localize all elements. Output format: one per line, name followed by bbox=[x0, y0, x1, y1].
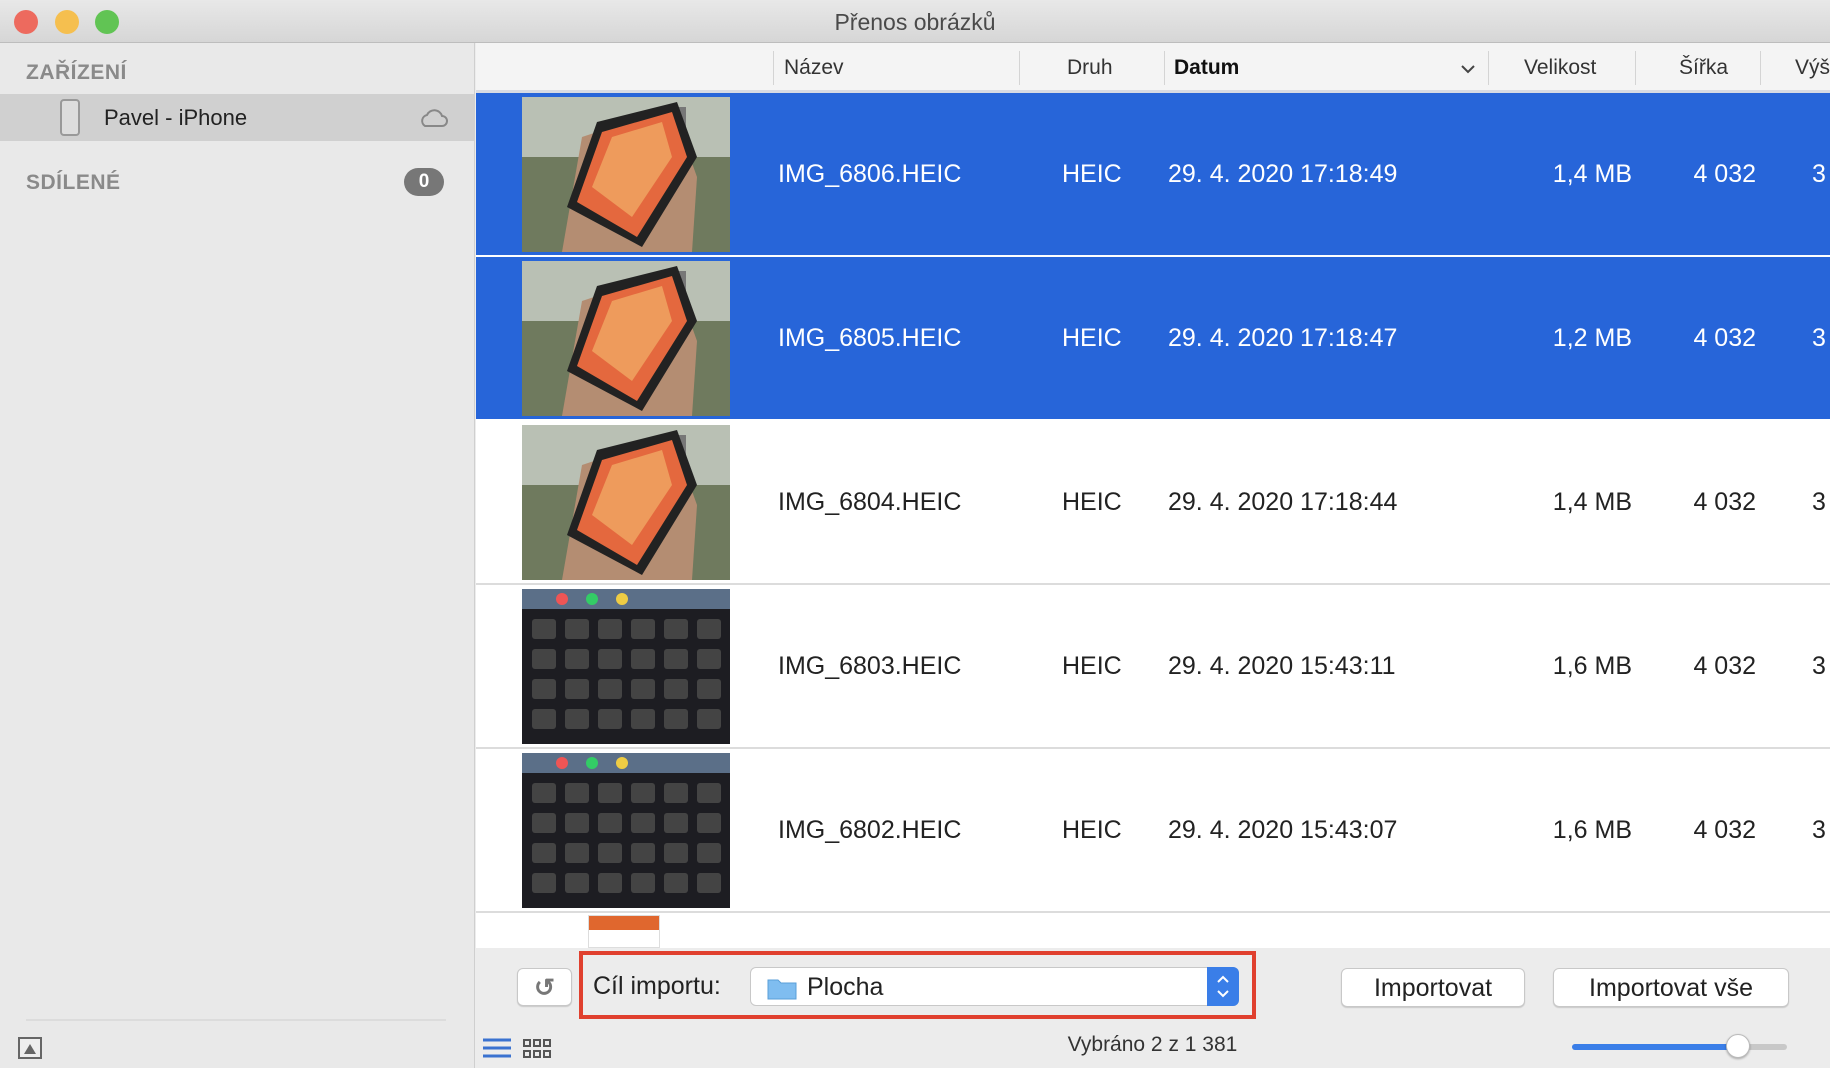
cell-kind: HEIC bbox=[1062, 160, 1122, 188]
cell-date: 29. 4. 2020 17:18:49 bbox=[1168, 160, 1398, 188]
cell-width: 4 032 bbox=[1693, 652, 1756, 680]
cell-width: 4 032 bbox=[1693, 816, 1756, 844]
shared-count-badge: 0 bbox=[404, 168, 444, 196]
sidebar-item-device[interactable]: Pavel - iPhone bbox=[0, 94, 474, 141]
cell-height: 3 bbox=[1812, 160, 1826, 188]
sidebar: ZAŘÍZENÍ Pavel - iPhone SDÍLENÉ 0 bbox=[0, 43, 475, 1068]
cell-name: IMG_6806.HEIC bbox=[778, 160, 962, 188]
iphone-icon bbox=[60, 99, 80, 136]
cell-date: 29. 4. 2020 17:18:47 bbox=[1168, 324, 1398, 352]
devices-heading: ZAŘÍZENÍ bbox=[26, 61, 127, 84]
cell-kind: HEIC bbox=[1062, 324, 1122, 352]
cell-kind: HEIC bbox=[1062, 816, 1122, 844]
status-text: Vybráno 2 z 1 381 bbox=[1067, 1033, 1238, 1056]
stepper-chevrons-icon bbox=[1207, 967, 1239, 1006]
cell-kind: HEIC bbox=[1062, 488, 1122, 516]
cell-width: 4 032 bbox=[1693, 488, 1756, 516]
slider-fill bbox=[1572, 1044, 1738, 1050]
cell-size: 1,6 MB bbox=[1552, 816, 1632, 844]
window-title: Přenos obrázků bbox=[834, 9, 996, 35]
table-row[interactable]: IMG_6804.HEIC HEIC 29. 4. 2020 17:18:44 1,4… bbox=[476, 421, 1830, 585]
photo-thumbnail bbox=[522, 425, 730, 580]
import-all-button[interactable]: Importovat vše bbox=[1553, 968, 1789, 1007]
column-height[interactable]: Výš bbox=[1795, 56, 1830, 80]
cell-name: IMG_6804.HEIC bbox=[778, 488, 962, 516]
cell-height: 3 bbox=[1812, 652, 1826, 680]
device-name: Pavel - iPhone bbox=[104, 105, 248, 130]
column-header: Název Druh Datum Velikost Šířka Výš bbox=[476, 43, 1830, 93]
cell-height: 3 bbox=[1812, 816, 1826, 844]
cell-width: 4 032 bbox=[1693, 160, 1756, 188]
photo-list: IMG_6806.HEIC HEIC 29. 4. 2020 17:18:49 1,4… bbox=[476, 93, 1830, 948]
cell-name: IMG_6805.HEIC bbox=[778, 324, 962, 352]
thumbnail-size-slider[interactable] bbox=[1572, 1034, 1787, 1058]
shared-heading: SDÍLENÉ bbox=[26, 171, 121, 194]
column-width[interactable]: Šířka bbox=[1679, 56, 1728, 80]
cell-height: 3 bbox=[1812, 488, 1826, 516]
sort-chevron-down-icon[interactable] bbox=[1460, 63, 1476, 75]
cell-size: 1,4 MB bbox=[1552, 160, 1632, 188]
photo-thumbnail bbox=[522, 97, 730, 252]
import-to-label: Cíl importu: bbox=[593, 972, 721, 1000]
import-button[interactable]: Importovat bbox=[1341, 968, 1525, 1007]
cell-width: 4 032 bbox=[1693, 324, 1756, 352]
column-name[interactable]: Název bbox=[784, 56, 844, 80]
cell-name: IMG_6803.HEIC bbox=[778, 652, 962, 680]
cell-date: 29. 4. 2020 15:43:07 bbox=[1168, 816, 1398, 844]
column-date[interactable]: Datum bbox=[1174, 56, 1239, 80]
cell-date: 29. 4. 2020 17:18:44 bbox=[1168, 488, 1398, 516]
destination-value: Plocha bbox=[807, 973, 884, 1001]
column-size[interactable]: Velikost bbox=[1524, 56, 1596, 80]
photo-thumbnail bbox=[588, 915, 660, 948]
rotate-icon: ↺ bbox=[534, 974, 555, 1002]
photo-thumbnail bbox=[522, 261, 730, 416]
rotate-button[interactable]: ↺ bbox=[517, 968, 572, 1006]
cloud-icon[interactable] bbox=[418, 108, 448, 128]
table-row[interactable]: IMG_6802.HEIC HEIC 29. 4. 2020 15:43:07 1,6… bbox=[476, 749, 1830, 913]
destination-popup[interactable]: Plocha bbox=[750, 967, 1239, 1006]
table-row[interactable]: IMG_6803.HEIC HEIC 29. 4. 2020 15:43:11 1,6… bbox=[476, 585, 1830, 749]
slider-knob[interactable] bbox=[1725, 1034, 1750, 1058]
table-row[interactable]: IMG_6806.HEIC HEIC 29. 4. 2020 17:18:49 1,4… bbox=[476, 93, 1830, 257]
photo-thumbnail bbox=[522, 753, 730, 908]
cell-height: 3 bbox=[1812, 324, 1826, 352]
cell-size: 1,4 MB bbox=[1552, 488, 1632, 516]
cell-name: IMG_6802.HEIC bbox=[778, 816, 962, 844]
cell-size: 1,2 MB bbox=[1552, 324, 1632, 352]
table-row[interactable]: IMG_6805.HEIC HEIC 29. 4. 2020 17:18:47 1,2… bbox=[476, 257, 1830, 421]
photo-thumbnail bbox=[522, 589, 730, 744]
cell-date: 29. 4. 2020 15:43:11 bbox=[1168, 652, 1396, 680]
column-kind[interactable]: Druh bbox=[1067, 56, 1113, 80]
cell-kind: HEIC bbox=[1062, 652, 1122, 680]
title-bar: Přenos obrázků bbox=[0, 0, 1830, 43]
divider bbox=[26, 1019, 446, 1021]
cell-size: 1,6 MB bbox=[1552, 652, 1632, 680]
folder-icon bbox=[767, 979, 797, 1000]
